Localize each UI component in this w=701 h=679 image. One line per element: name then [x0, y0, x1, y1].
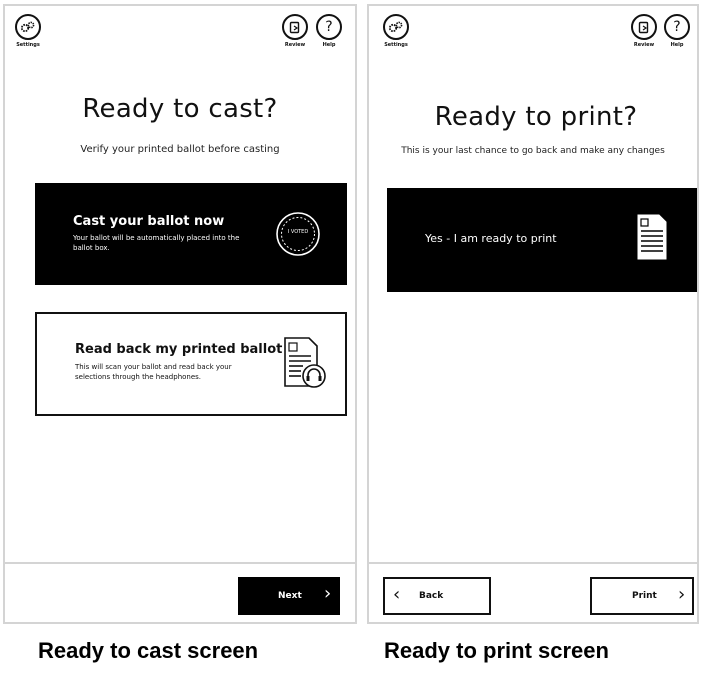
help-button[interactable]: ? Help [312, 14, 346, 48]
help-label: Help [670, 42, 684, 48]
chevron-left-icon: ‹ [393, 584, 401, 605]
page-title: Ready to cast? [82, 94, 278, 124]
help-icon: ? [316, 14, 342, 40]
cast-card-description: Your ballot will be automatically placed… [73, 234, 240, 252]
print-button[interactable]: Print › [590, 577, 694, 615]
settings-icon [15, 14, 41, 40]
caption-print-screen: Ready to print screen [384, 638, 609, 663]
settings-button[interactable]: Settings [11, 14, 45, 48]
ballot-headphones-icon [283, 336, 327, 394]
help-glyph: ? [673, 19, 681, 35]
back-label: Back [419, 591, 444, 601]
review-icon [631, 14, 657, 40]
ballot-document-icon [637, 214, 667, 264]
chevron-right-icon: › [324, 583, 332, 604]
review-icon [282, 14, 308, 40]
read-back-ballot-card[interactable]: Read back my printed ballot This will sc… [35, 312, 347, 416]
page-subtitle: This is your last chance to go back and … [401, 146, 665, 156]
ready-to-cast-screen: Settings Review ? Help Ready to cast? Ve… [3, 4, 357, 624]
readback-card-description: This will scan your ballot and read back… [75, 363, 232, 381]
review-button[interactable]: Review [278, 14, 312, 48]
settings-label: Settings [384, 42, 408, 48]
cast-ballot-card[interactable]: Cast your ballot now Your ballot will be… [35, 183, 347, 285]
help-icon: ? [664, 14, 690, 40]
cast-card-title: Cast your ballot now [73, 214, 225, 229]
help-glyph: ? [325, 19, 333, 35]
print-card-label: Yes - I am ready to print [425, 232, 557, 245]
help-label: Help [322, 42, 336, 48]
ready-to-print-screen: Settings Review ? Help Ready to print? T… [367, 4, 699, 624]
i-voted-sticker-icon: I VOTED [275, 211, 321, 257]
footer-bar: ‹ Back Print › [369, 562, 697, 622]
review-label: Review [633, 42, 655, 48]
caption-cast-screen: Ready to cast screen [38, 638, 259, 663]
page-subtitle: Verify your printed ballot before castin… [80, 144, 280, 155]
settings-icon [383, 14, 409, 40]
settings-button[interactable]: Settings [379, 14, 413, 48]
readback-card-title: Read back my printed ballot [75, 342, 283, 357]
review-label: Review [284, 42, 306, 48]
next-button[interactable]: Next › [238, 577, 340, 615]
help-button[interactable]: ? Help [660, 14, 694, 48]
review-button[interactable]: Review [627, 14, 661, 48]
next-label: Next [278, 591, 302, 601]
chevron-right-icon: › [678, 584, 686, 605]
ready-to-print-card[interactable]: Yes - I am ready to print [387, 188, 697, 292]
sticker-text: I VOTED [287, 229, 309, 235]
print-label: Print [632, 591, 657, 601]
back-button[interactable]: ‹ Back [383, 577, 491, 615]
footer-bar: Next › [5, 562, 355, 622]
page-title: Ready to print? [434, 102, 638, 132]
settings-label: Settings [16, 42, 40, 48]
